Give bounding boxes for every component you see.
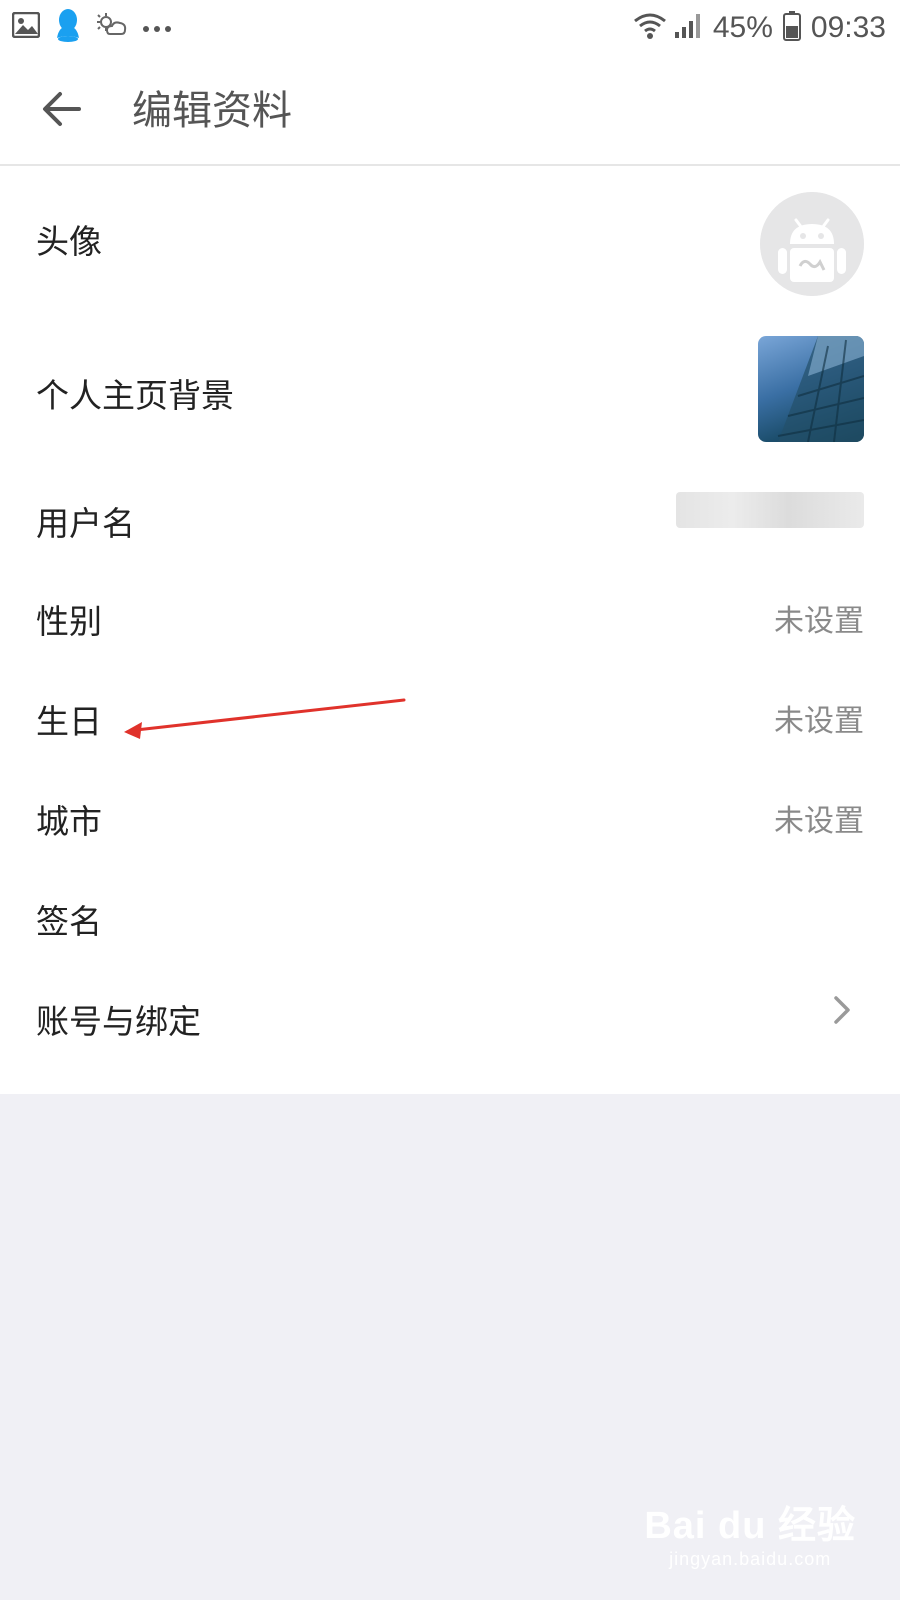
weather-icon: [96, 12, 128, 42]
watermark-logo: Bai du 经验: [644, 1505, 856, 1547]
more-dots-icon: [142, 18, 172, 37]
row-label-birthday: 生日: [36, 702, 102, 741]
android-avatar-icon: [760, 192, 864, 296]
row-signature[interactable]: 签名: [0, 870, 900, 970]
row-birthday[interactable]: 生日 未设置: [0, 670, 900, 770]
baidu-jingyan-watermark: Bai du 经验 jingyan.baidu.com: [644, 1494, 856, 1570]
wifi-icon: [633, 12, 667, 44]
clock: 09:33: [810, 11, 886, 44]
row-username[interactable]: 用户名: [0, 472, 900, 570]
gender-value: 未设置: [774, 604, 864, 639]
battery-icon: [782, 11, 801, 45]
row-label-account: 账号与绑定: [36, 1002, 201, 1041]
row-label-avatar: 头像: [36, 222, 102, 261]
page-title: 编辑资料: [132, 88, 292, 134]
row-label-gender: 性别: [36, 602, 102, 641]
qq-icon: [54, 8, 82, 46]
back-button[interactable]: [36, 84, 86, 134]
row-city[interactable]: 城市 未设置: [0, 770, 900, 870]
battery-percent: 45%: [712, 11, 773, 44]
back-arrow-icon: [43, 92, 81, 126]
row-label-city: 城市: [36, 802, 102, 841]
birthday-value: 未设置: [774, 704, 864, 739]
gallery-icon: [11, 11, 41, 42]
profile-settings-list: 头像 个人主页背景 用户名 性别 未设置 生日 未设置 城市 未设置 签名 账号…: [0, 166, 900, 1094]
chevron-right-icon: [834, 996, 850, 1024]
username-value-blurred: [676, 492, 864, 528]
row-label-background: 个人主页背景: [36, 376, 234, 415]
status-bar-right: 45% 09:33: [633, 8, 886, 48]
avatar[interactable]: [760, 192, 864, 296]
row-label-signature: 签名: [36, 902, 102, 941]
status-bar: 45% 09:33: [0, 0, 900, 56]
row-gender[interactable]: 性别 未设置: [0, 570, 900, 670]
signal-icon: [673, 12, 703, 44]
status-bar-left: [11, 8, 186, 46]
row-account-binding[interactable]: 账号与绑定: [0, 970, 900, 1074]
row-avatar[interactable]: 头像: [0, 166, 900, 318]
watermark-url: jingyan.baidu.com: [669, 1549, 832, 1569]
toolbar: 编辑资料: [0, 56, 900, 166]
row-label-username: 用户名: [36, 504, 135, 543]
row-profile-background[interactable]: 个人主页背景: [0, 318, 900, 472]
background-thumbnail[interactable]: [758, 336, 864, 442]
city-value: 未设置: [774, 804, 864, 839]
building-image: [777, 336, 864, 442]
